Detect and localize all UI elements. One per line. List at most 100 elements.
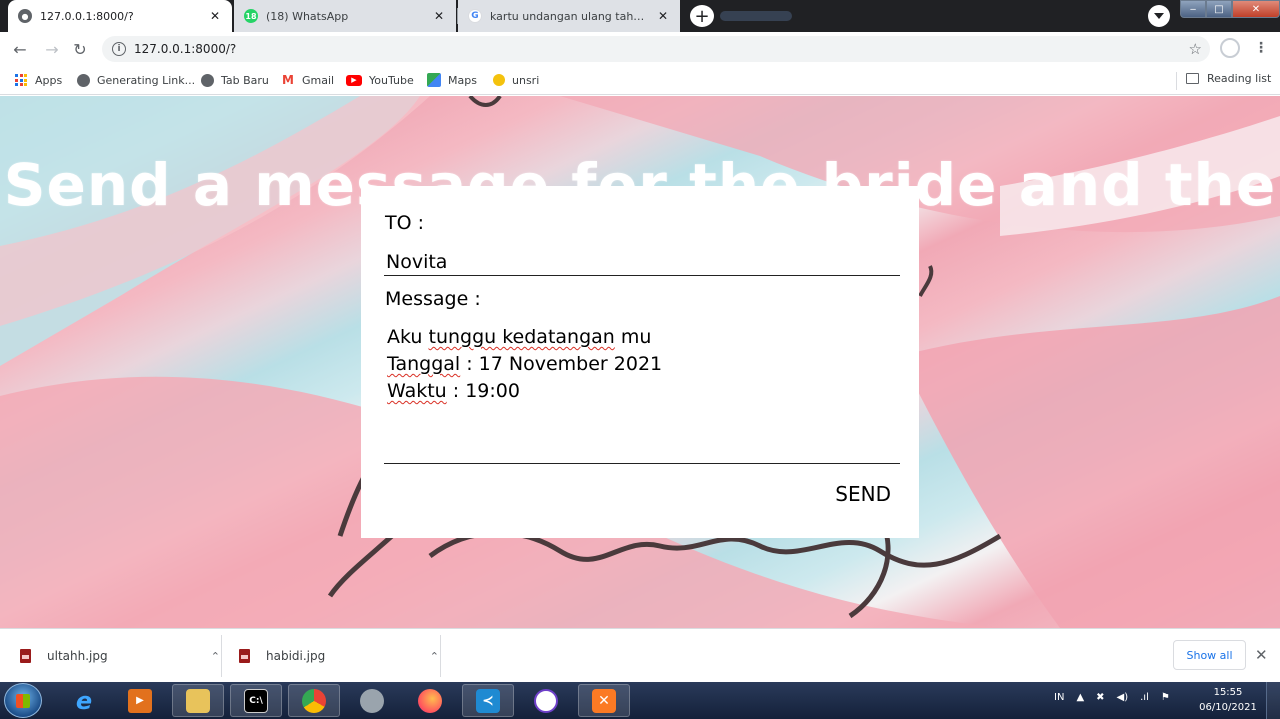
info-icon[interactable]: i [112,42,126,56]
url-text: 127.0.0.1:8000/? [134,42,237,56]
tab-search-icon[interactable] [1148,5,1170,27]
image-file-icon [239,649,250,663]
firefox-icon[interactable] [404,684,456,717]
chrome-icon[interactable] [288,684,340,717]
language-indicator[interactable]: IN [1054,692,1064,703]
bookmark-unsri[interactable]: unsri [493,72,539,88]
back-arrow-icon[interactable]: ← [10,39,30,59]
network-warning-icon[interactable]: ✖ [1096,692,1104,703]
bookmark-youtube[interactable]: ▶ YouTube [346,72,414,88]
command-prompt-icon[interactable]: C:\ [230,684,282,717]
profile-avatar-icon[interactable] [1220,38,1240,58]
message-label: Message : [385,288,481,310]
github-icon[interactable] [520,684,572,717]
reading-list-button[interactable]: Reading list [1186,72,1271,85]
to-label: TO : [385,212,425,234]
tab-whatsapp[interactable]: 18 (18) WhatsApp ✕ [234,0,456,32]
send-button[interactable]: SEND [835,482,891,506]
tab-title: (18) WhatsApp [266,9,349,23]
message-line: Tanggal : 17 November 2021 [387,351,897,378]
maximize-button[interactable]: □ [1206,0,1232,18]
download-separator [440,635,441,677]
tab-title: 127.0.0.1:8000/? [40,9,134,23]
speaker-icon[interactable] [346,684,398,717]
message-text: : 17 November 2021 [460,353,663,375]
download-separator [221,635,222,677]
bookmark-generating-link[interactable]: Generating Link... [76,72,195,88]
message-form-card: TO : Novita Message : Aku tunggu kedatan… [361,186,919,538]
tab-badge: 18 [245,11,257,21]
page-content: Send a message for the bride and the TO … [0,96,1280,628]
bookmarks-separator [1176,72,1177,90]
signal-icon[interactable]: .ıl [1140,692,1149,703]
bookmark-label: Apps [35,73,63,87]
bookmark-label: Generating Link... [97,73,196,87]
chevron-up-icon[interactable]: ⌃ [211,650,220,663]
tab-strip: ● 127.0.0.1:8000/? ✕ 18 (18) WhatsApp ✕ … [0,0,1280,32]
show-all-button[interactable]: Show all [1173,640,1246,670]
unsri-icon [493,74,505,86]
reading-list-label: Reading list [1207,72,1272,85]
show-desktop-button[interactable] [1266,682,1280,719]
vscode-icon[interactable]: ≺ [462,684,514,717]
download-item[interactable]: ultahh.jpg ⌃ [20,639,230,673]
blurred-tab-label [720,11,792,21]
internet-explorer-icon[interactable]: e [58,684,110,717]
volume-icon[interactable]: ◀) [1117,692,1129,703]
browser-toolbar: ← → ↻ i 127.0.0.1:8000/? ☆ [0,32,1280,66]
windows-taskbar: e ▶ C:\ ≺ ✕ IN ▲ ✖ ◀) .ıl ⚑ 15:55 06/10/… [0,682,1280,719]
chevron-up-icon[interactable]: ⌃ [430,650,439,663]
system-clock[interactable]: 15:55 06/10/2021 [1196,685,1260,715]
close-icon[interactable]: ✕ [656,9,670,23]
download-filename: habidi.jpg [266,649,326,663]
bookmark-maps[interactable]: Maps [427,72,477,88]
youtube-icon: ▶ [346,74,362,86]
message-line: Aku tunggu kedatangan mu [387,324,897,351]
close-icon[interactable]: ✕ [208,9,222,23]
to-input[interactable]: Novita [384,248,900,276]
globe-icon [76,73,90,87]
download-item[interactable]: habidi.jpg ⌃ [239,639,449,673]
menu-kebab-icon[interactable]: ⋮ [1254,40,1268,56]
download-shelf: ultahh.jpg ⌃ habidi.jpg ⌃ Show all ✕ [0,628,1280,682]
bookmark-label: Maps [448,73,477,87]
bookmark-gmail[interactable]: M Gmail [281,72,334,88]
bookmark-label: Gmail [302,73,335,87]
globe-icon: ● [18,9,32,23]
start-button[interactable] [4,683,42,718]
close-icon[interactable]: ✕ [1255,646,1268,664]
tray-expand-icon[interactable]: ▲ [1076,692,1084,703]
gmail-icon: M [282,73,294,87]
bookmark-label: unsri [512,73,540,87]
window-controls: ‒ □ ✕ [1180,0,1280,18]
bookmark-label: Tab Baru [221,73,269,87]
clock-time: 15:55 [1213,687,1243,698]
bookmark-star-icon[interactable]: ☆ [1189,40,1202,58]
forward-arrow-icon[interactable]: → [42,39,62,59]
tab-title: kartu undangan ulang tahun - Go [490,9,650,23]
bookmark-apps[interactable]: Apps [14,72,62,88]
apps-grid-icon [14,73,28,87]
spellcheck-text: Tanggal [387,353,461,375]
image-file-icon [20,649,31,663]
xampp-icon[interactable]: ✕ [578,684,630,717]
address-bar[interactable]: i 127.0.0.1:8000/? ☆ [102,36,1210,62]
message-textarea[interactable]: Aku tunggu kedatangan mu Tanggal : 17 No… [384,322,900,464]
close-window-button[interactable]: ✕ [1232,0,1280,18]
tab-active-localhost[interactable]: ● 127.0.0.1:8000/? ✕ [8,0,232,32]
message-text: mu [614,326,652,348]
reload-icon[interactable]: ↻ [70,39,90,59]
tab-google-search[interactable]: G kartu undangan ulang tahun - Go ✕ [458,0,680,32]
bookmark-tab-baru[interactable]: Tab Baru [200,72,269,88]
new-tab-button[interactable]: + [690,5,714,27]
flag-icon[interactable]: ⚑ [1161,692,1170,703]
message-line: Waktu : 19:00 [387,378,897,405]
bookmark-label: YouTube [369,73,414,87]
close-icon[interactable]: ✕ [432,9,446,23]
spellcheck-text: tunggu kedatangan [428,326,615,348]
media-player-icon[interactable]: ▶ [114,684,166,717]
file-explorer-icon[interactable] [172,684,224,717]
download-filename: ultahh.jpg [47,649,108,663]
whatsapp-icon: 18 [244,9,258,23]
minimize-button[interactable]: ‒ [1180,0,1206,18]
